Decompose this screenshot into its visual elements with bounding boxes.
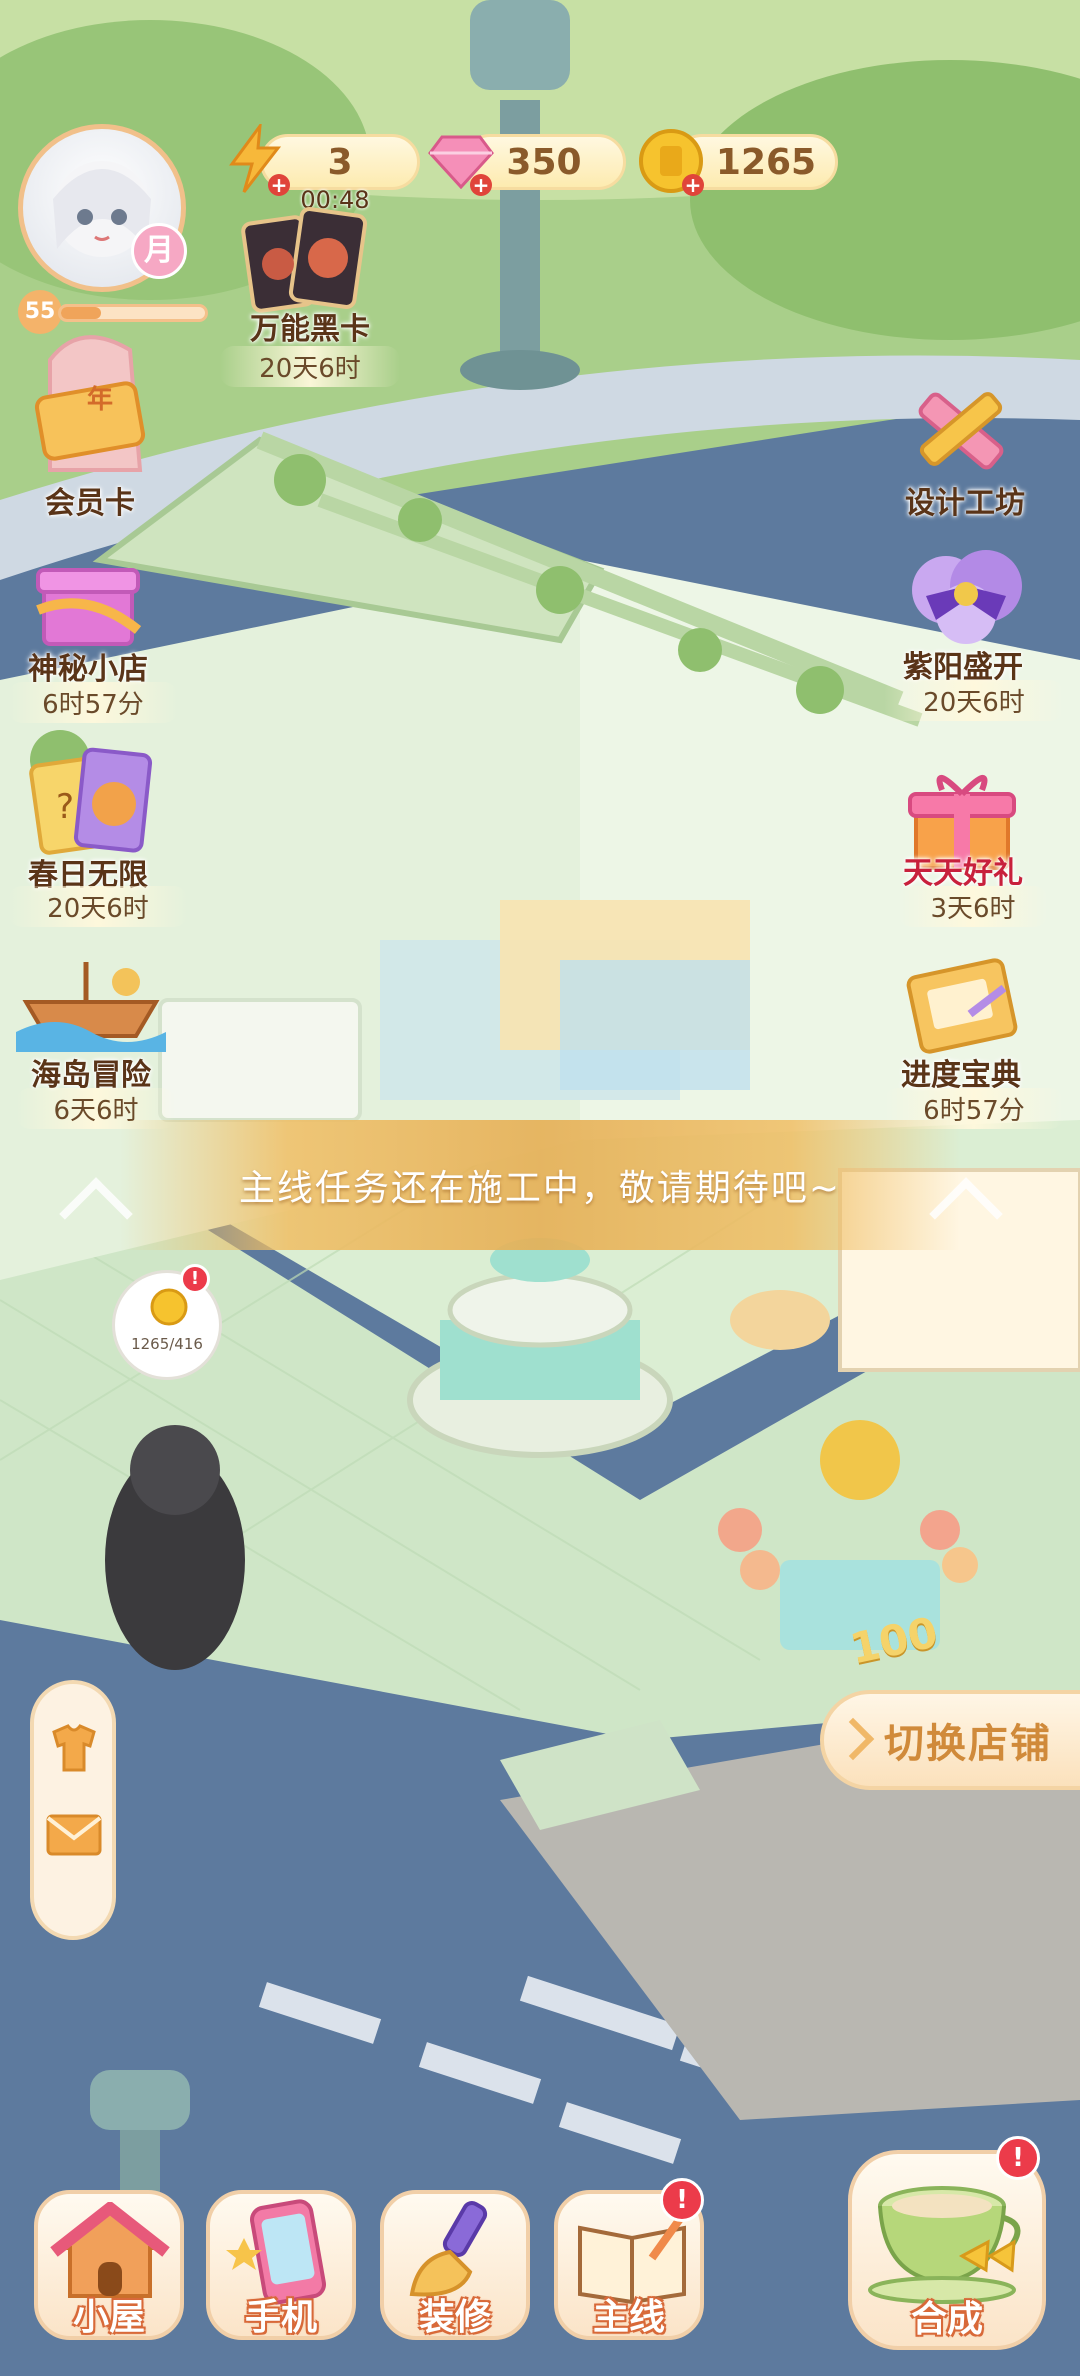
boat-icon [16,962,166,1052]
main-quest-banner: 主线任务还在施工中，敬请期待吧~ [120,1120,960,1250]
level-number: 55 [18,290,62,334]
nav-main-quest-label: 主线 [592,2297,665,2338]
coin-small-icon [150,1288,188,1326]
svg-text:?: ? [56,787,74,827]
nav-main-quest-alert-icon: ! [660,2178,704,2222]
nav-merge-alert-icon: ! [996,2136,1040,2180]
house-icon [50,2202,170,2298]
level-progress-fill [61,307,102,319]
member-card-year-badge: 年 [86,385,113,415]
island-adventure-button[interactable] [16,952,166,1052]
gems-plus-icon[interactable]: + [470,174,492,196]
gift-box-icon [36,568,142,646]
daily-gift-timer: 3天6时 [898,886,1048,927]
hydrangea-bloom-timer: 20天6时 [884,680,1064,721]
hydrangea-bloom-button[interactable] [896,540,1036,650]
purple-bow-icon [912,550,1022,644]
nav-decorate-button[interactable]: 装修 [380,2190,530,2340]
nav-phone-button[interactable]: 手机 [206,2190,356,2340]
energy-plus-icon[interactable]: + [268,174,290,196]
black-card-label: 万能黑卡 [250,312,370,347]
card-pack-icon: ? [29,747,153,855]
mystery-shop-timer: 6时57分 [8,682,178,723]
spring-unlimited-button[interactable]: ? [22,746,162,866]
switch-store-label: 切换店铺 [884,1721,1052,1767]
black-card-timer: 20天6时 [220,346,400,387]
coin-bubble-alert-icon: ! [180,1264,210,1294]
mail-icon[interactable] [44,1810,104,1860]
player-badge: 月 [131,223,187,279]
mystery-shop-button[interactable] [28,550,148,650]
nav-phone-label: 手机 [244,2297,317,2338]
book-icon [906,958,1018,1054]
chevron-right-icon [831,1717,875,1761]
black-card-button[interactable] [240,206,380,316]
energy-value: 3 [327,141,353,183]
left-dock [30,1680,116,1940]
gems-value: 350 [506,141,582,183]
switch-store-button[interactable]: 切换店铺 [820,1690,1080,1790]
main-quest-banner-text: 主线任务还在施工中，敬请期待吧~ [238,1168,842,1209]
teacup-icon [868,2186,1021,2304]
wardrobe-icon[interactable] [44,1718,104,1778]
coin-bubble-text: 1265/416 [131,1335,203,1353]
nav-merge-label: 合成 [910,2299,983,2340]
nav-merge-button[interactable]: 合成 [848,2150,1046,2350]
nav-house-button[interactable]: 小屋 [34,2190,184,2340]
level-progress-track [58,304,208,322]
ruler-pencil-icon [918,392,1004,470]
member-card-label: 会员卡 [45,486,135,521]
coins-plus-icon[interactable]: + [682,174,704,196]
nav-decorate-label: 装修 [418,2297,491,2338]
coins-value: 1265 [715,141,817,183]
design-workshop-label: 设计工坊 [905,486,1025,521]
player-avatar[interactable]: 月 [18,124,187,292]
design-workshop-button[interactable] [906,378,1016,478]
nav-house-label: 小屋 [72,2297,145,2338]
progress-book-button[interactable] [900,954,1024,1054]
black-card-icon [241,207,368,313]
spring-unlimited-timer: 20天6时 [8,886,188,927]
level-bar: 55 [18,290,208,334]
